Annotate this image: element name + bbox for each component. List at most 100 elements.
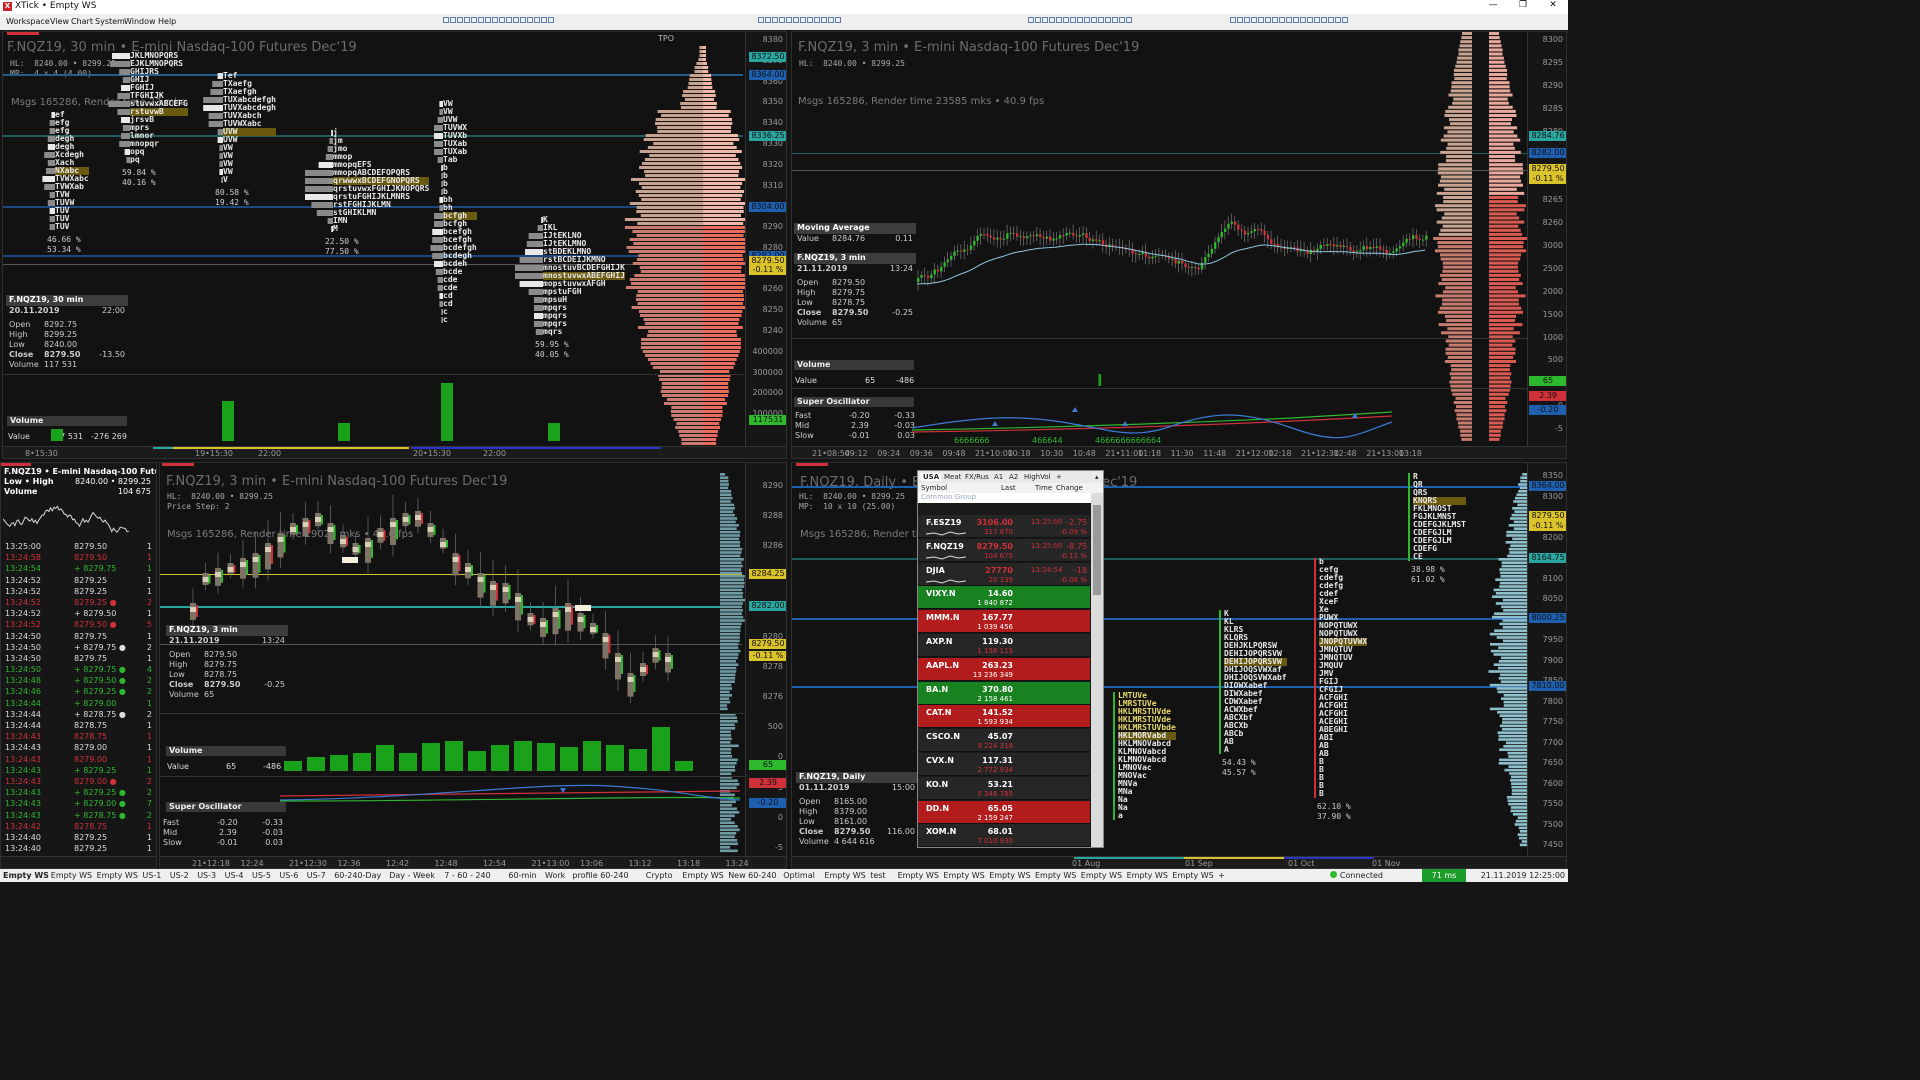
tick-row[interactable]: 13:24:43 + 8279.25 1 (1, 765, 156, 776)
tab-fx-rus[interactable]: FX/Rus (965, 473, 989, 481)
tick-row[interactable]: 13:24:43 + 8279.00 ● 7 (1, 798, 156, 809)
workspace-tab[interactable]: New 60-240 (728, 871, 776, 880)
watchlist-row[interactable]: F.NQZ19 8279.50 104 675 13:25:00 -8.75 -0.11 … (918, 538, 1090, 562)
watchlist-row[interactable]: VIXY.N 14.60 1 840 872 (918, 586, 1090, 610)
menu-help[interactable]: Help (158, 17, 176, 26)
workspace-tab[interactable]: Empty WS (989, 871, 1030, 880)
tick-row[interactable]: 13:24:40 8279.25 1 (1, 832, 156, 843)
workspace-tab[interactable]: US-1 (142, 871, 161, 880)
watchlist-row[interactable]: DJIA 27770 20 339 13:24:54 -18 -0.06 % (918, 562, 1090, 586)
menu-window[interactable]: Window (124, 17, 156, 26)
chart-pane-3min-candles[interactable]: F.NQZ19, 3 min • E-mini Nasdaq-100 Futur… (791, 31, 1567, 459)
watchlist-row[interactable]: CAT.N 141.52 1 593 934 (918, 705, 1090, 729)
workspace-tab[interactable]: Crypto (646, 871, 673, 880)
menu-system[interactable]: System (95, 17, 125, 26)
watchlist-row[interactable]: XOM.N 68.01 7 010 930 (918, 824, 1090, 847)
tick-row[interactable]: 13:24:50 8279.75 1 (1, 653, 156, 664)
watchlist-panel[interactable]: USA Meat FX/Rus A1 A2 HighVol + ▴ Symbol… (917, 470, 1104, 848)
workspace-tab[interactable]: Empty WS (682, 871, 723, 880)
workspace-tab[interactable]: Empty WS (1127, 871, 1168, 880)
workspace-tab[interactable]: Empty WS (3, 871, 49, 880)
tick-row[interactable]: 13:24:52 8279.50 ● 5 (1, 619, 156, 630)
tick-row[interactable]: 13:24:43 + 8279.25 ● 2 (1, 787, 156, 798)
toolbar-drawing[interactable] (1028, 16, 1133, 24)
tick-row[interactable]: 13:24:44 + 8278.75 ● 2 (1, 709, 156, 720)
workspace-tab[interactable]: Empty WS (1081, 871, 1122, 880)
menu-view[interactable]: View (50, 17, 69, 26)
chart-pane-3min-footprint[interactable]: F.NQZ19, 3 min • E-mini Nasdaq-100 Futur… (159, 462, 787, 869)
tab-meat[interactable]: Meat (944, 473, 961, 481)
col-change[interactable]: Change (1056, 484, 1083, 492)
time-axis[interactable]: 21•08:54 09:12 09:24 09:36 09:48 21•10:00 10:1… (792, 446, 1566, 458)
tick-row[interactable]: 13:24:50 8279.75 1 (1, 631, 156, 642)
workspace-tab[interactable]: Work (545, 871, 565, 880)
tick-row[interactable]: 13:24:58 8279.50 1 (1, 552, 156, 563)
watchlist-row[interactable]: AAPL.N 263.23 13 236 349 (918, 657, 1090, 681)
tick-row[interactable]: 13:24:43 8279.00 1 (1, 742, 156, 753)
tick-row[interactable]: 13:24:43 + 8278.75 ● 2 (1, 810, 156, 821)
tick-row[interactable]: 13:24:50 + 8279.75 ● 4 (1, 664, 156, 675)
watchlist-row[interactable]: AXP.N 119.30 1 156 113 (918, 634, 1090, 657)
watchlist-row[interactable]: MMM.N 167.77 1 039 456 (918, 610, 1090, 634)
tick-row[interactable]: 13:24:43 8279.00 1 (1, 754, 156, 765)
tick-row[interactable]: 13:24:42 8278.75 1 (1, 821, 156, 832)
workspace-tab[interactable]: 60-min (508, 871, 536, 880)
watchlist-scrollbar[interactable] (1091, 493, 1103, 847)
price-axis[interactable]: 8300829582908285828082758270826582603000… (1527, 32, 1566, 458)
price-axis[interactable]: 82908288828682848282828082788276500050-5… (745, 463, 786, 868)
add-workspace-button[interactable]: + (1218, 871, 1225, 880)
workspace-tab[interactable]: US-2 (170, 871, 189, 880)
tab-a1[interactable]: A1 (994, 473, 1003, 481)
col-symbol[interactable]: Symbol (921, 484, 947, 492)
tick-row[interactable]: 13:25:00 8279.50 1 (1, 541, 156, 552)
workspace-tab[interactable]: US-3 (197, 871, 216, 880)
maximize-button[interactable]: ❐ (1508, 0, 1538, 10)
minimize-button[interactable]: — (1478, 0, 1508, 10)
tick-list[interactable]: 13:25:00 8279.50 1 13:24:58 8279.50 1 13:24:54… (1, 541, 156, 868)
workspace-tab[interactable]: Empty WS (51, 871, 92, 880)
workspace-tab[interactable]: US-4 (225, 871, 244, 880)
col-time[interactable]: Time (1035, 484, 1052, 492)
tick-row[interactable]: 13:24:48 + 8279.50 ● 2 (1, 675, 156, 686)
workspace-tab[interactable]: Empty WS (943, 871, 984, 880)
watchlist-row[interactable]: F.ESZ19 3106.00 317 870 13:25:00 -2.75 -0.09 … (918, 515, 1090, 538)
toolbar-chart-types[interactable] (443, 16, 555, 24)
workspace-tab[interactable]: 60-240-Day (334, 871, 381, 880)
workspace-tab[interactable]: Empty WS (1035, 871, 1076, 880)
workspace-tab[interactable]: 7 - 60 - 240 (444, 871, 490, 880)
menu-chart[interactable]: Chart (71, 17, 93, 26)
tick-row[interactable]: 13:24:44 8278.75 1 (1, 720, 156, 731)
col-last[interactable]: Last (1001, 484, 1016, 492)
workspace-tab[interactable]: Empty WS (824, 871, 865, 880)
tab-a2[interactable]: A2 (1009, 473, 1018, 481)
time-axis[interactable]: 01 Aug 01 Sep 01 Oct 01 Nov (792, 856, 1566, 868)
tick-row[interactable]: 13:24:46 + 8279.25 ● 2 (1, 686, 156, 697)
tick-row[interactable]: 13:24:50 + 8279.75 ● 2 (1, 642, 156, 653)
tab-usa[interactable]: USA (921, 473, 942, 481)
chevron-up-icon[interactable]: ▴ (1095, 473, 1099, 481)
workspace-tab[interactable]: Empty WS (898, 871, 939, 880)
workspace-tab[interactable]: US-5 (252, 871, 271, 880)
time-axis[interactable]: 21•12:18 12:24 21•12:30 12:36 12:42 12:48 12:5… (160, 856, 786, 868)
workspace-tab[interactable]: US-6 (279, 871, 298, 880)
tick-row[interactable]: 13:24:52 8279.25 1 (1, 586, 156, 597)
tick-row[interactable]: 13:24:43 8279.00 ● 2 (1, 776, 156, 787)
workspace-tab[interactable]: Empty WS (97, 871, 138, 880)
watchlist-group[interactable]: Common Group (918, 493, 1103, 503)
tick-row[interactable]: 13:24:52 8279.25 ● 2 (1, 597, 156, 608)
toolbar-indicators[interactable] (758, 16, 842, 24)
tick-row[interactable]: 13:24:43 8278.75 1 (1, 731, 156, 742)
tab-highvol[interactable]: HighVol (1024, 473, 1051, 481)
workspace-tab[interactable]: Empty WS (1172, 871, 1213, 880)
workspace-tab[interactable]: profile 60-240 (572, 871, 628, 880)
watchlist-row[interactable]: KO.N 53.21 5 346 789 (918, 776, 1090, 800)
watchlist-row[interactable]: CSCO.N 45.07 9 224 318 (918, 729, 1090, 753)
menu-workspace[interactable]: Workspace (6, 17, 50, 26)
toolbar-navigation[interactable] (1230, 16, 1349, 24)
close-button[interactable]: ✕ (1538, 0, 1568, 10)
workspace-tab[interactable]: Day - Week (389, 871, 435, 880)
workspace-tab[interactable]: test (870, 871, 885, 880)
workspace-tab[interactable]: Optimal (783, 871, 815, 880)
tick-row[interactable]: 13:24:52 + 8279.50 1 (1, 608, 156, 619)
watchlist-rows[interactable]: F.ESZ19 3106.00 317 870 13:25:00 -2.75 -0.09 … (918, 515, 1092, 847)
